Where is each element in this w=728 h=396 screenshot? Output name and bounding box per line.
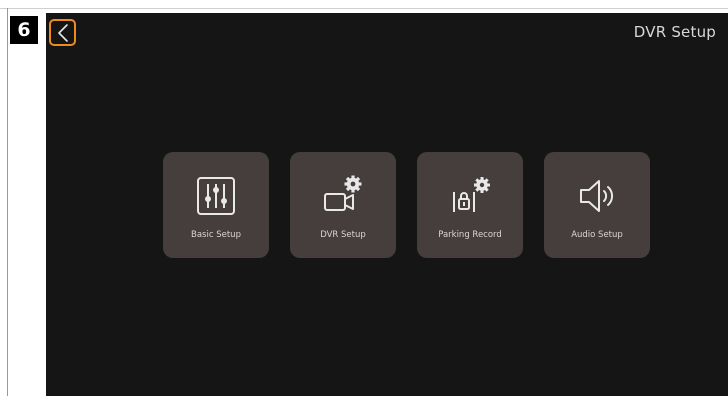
dvr-setup-label: DVR Setup: [320, 230, 366, 240]
left-divider: [7, 8, 8, 396]
audio-setup-tile[interactable]: Audio Setup: [544, 152, 650, 258]
parking-record-tile[interactable]: Parking Record: [417, 152, 523, 258]
step-badge: 6: [10, 16, 38, 44]
chevron-left-icon: [57, 23, 68, 42]
back-button[interactable]: [49, 19, 76, 46]
dvr-setup-tile[interactable]: DVR Setup: [290, 152, 396, 258]
screen-title: DVR Setup: [633, 23, 716, 41]
dvr-screen: DVR Setup Basic Setup DVR Setup Parking …: [46, 13, 728, 396]
basic-setup-tile[interactable]: Basic Setup: [163, 152, 269, 258]
top-divider: [0, 8, 728, 9]
sliders-icon: [197, 177, 235, 215]
parking-gear-icon: [453, 177, 490, 212]
parking-record-label: Parking Record: [438, 230, 502, 240]
audio-setup-label: Audio Setup: [571, 230, 623, 240]
camera-gear-icon: [324, 175, 362, 211]
speaker-icon: [580, 180, 614, 212]
basic-setup-label: Basic Setup: [191, 230, 241, 240]
